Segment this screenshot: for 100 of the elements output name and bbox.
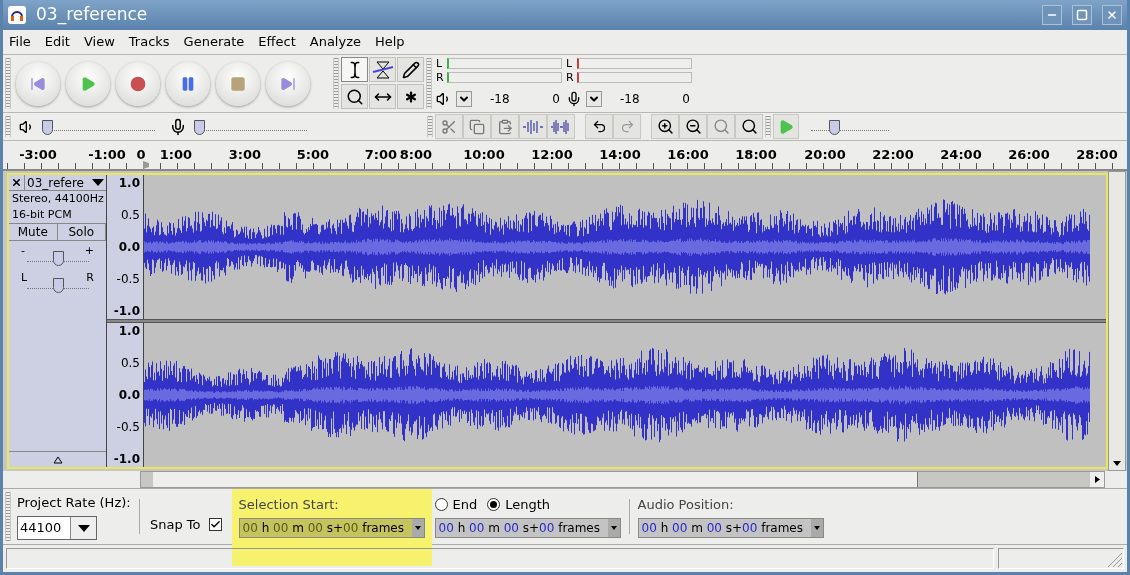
vertical-scrollbar[interactable] xyxy=(1108,171,1126,471)
selection-start-label: Selection Start: xyxy=(238,495,340,514)
zoom-in-icon xyxy=(656,118,674,135)
paste-icon xyxy=(497,118,513,135)
menu-item[interactable]: Effect xyxy=(258,32,296,52)
ruler-label: -3:00 xyxy=(19,146,57,164)
menu-item[interactable]: Generate xyxy=(183,32,245,52)
tool-button[interactable] xyxy=(369,84,396,109)
meter-menu-button[interactable] xyxy=(586,91,602,108)
amplitude-label: 0.0 xyxy=(118,388,140,402)
close-button[interactable] xyxy=(1102,5,1122,25)
ruler-label: 1:00 xyxy=(159,146,193,164)
caret-icon xyxy=(92,178,104,187)
close-icon xyxy=(11,177,22,188)
app-logo-icon xyxy=(8,6,26,24)
maximize-icon xyxy=(1076,9,1088,21)
undo-icon xyxy=(591,119,607,134)
tool-button[interactable] xyxy=(369,57,396,82)
project-rate-combobox[interactable]: 44100 xyxy=(17,515,97,540)
selection-end-field[interactable]: 00 h 00 m 00 s+00 frames xyxy=(434,518,621,539)
ruler-label: 20:00 xyxy=(804,146,846,164)
horizontal-scrollbar[interactable] xyxy=(140,471,1105,488)
close-icon xyxy=(1106,9,1118,21)
play-button[interactable] xyxy=(66,61,110,106)
menu-item[interactable]: File xyxy=(9,32,31,52)
selection-start-field[interactable]: 00 h 00 m 00 s+00 frames xyxy=(238,518,425,539)
copy-button[interactable] xyxy=(463,114,491,139)
amplitude-label: 1.0 xyxy=(118,176,140,190)
amplitude-label: -1.0 xyxy=(113,452,140,466)
ruler-label: 26:00 xyxy=(1008,146,1050,164)
microphone-icon xyxy=(169,117,187,136)
meter-scale-label: -18 xyxy=(620,91,640,109)
radio-option[interactable]: End xyxy=(434,494,478,515)
track-name-menu[interactable]: 03_refere xyxy=(25,176,106,189)
microphone-icon xyxy=(566,91,582,108)
stop-button[interactable] xyxy=(216,61,260,106)
play-icon xyxy=(778,118,794,135)
slider-thumb[interactable] xyxy=(53,251,64,266)
slider-thumb[interactable] xyxy=(53,278,64,293)
check-icon xyxy=(209,519,221,530)
amplitude-label: -0.5 xyxy=(116,272,140,286)
paste-button[interactable] xyxy=(491,114,519,139)
menu-item[interactable]: Tracks xyxy=(128,32,170,52)
menu-item[interactable]: Edit xyxy=(44,32,70,52)
channel-label: R xyxy=(436,72,445,84)
play-icon xyxy=(80,75,96,92)
collapse-button[interactable] xyxy=(9,451,106,467)
audio-position-field[interactable]: 00 h 00 m 00 s+00 frames xyxy=(637,518,824,539)
ruler-label: 16:00 xyxy=(667,146,709,164)
caret-icon xyxy=(411,519,424,538)
slider-end-label: - xyxy=(21,245,25,256)
meter-menu-button[interactable] xyxy=(456,91,472,108)
zoom-selection-button[interactable] xyxy=(735,114,763,139)
slider-thumb[interactable] xyxy=(829,119,841,135)
waveform-icon xyxy=(523,119,543,134)
caret-icon xyxy=(607,519,620,538)
slider-thumb[interactable] xyxy=(194,119,205,135)
amplitude-label: 1.0 xyxy=(118,324,140,338)
scissors-icon xyxy=(441,118,457,135)
ruler-label: 0 xyxy=(136,146,146,164)
skip-to-start-button[interactable] xyxy=(16,61,60,106)
cut-button[interactable] xyxy=(435,114,463,139)
snap-to-checkbox[interactable] xyxy=(208,518,222,531)
tool-button[interactable] xyxy=(397,84,424,109)
channel-label: L xyxy=(436,58,444,70)
slider-end-label: + xyxy=(84,245,94,256)
amplitude-label: 0.5 xyxy=(120,208,140,222)
pause-button[interactable] xyxy=(166,61,210,106)
tool-button[interactable] xyxy=(397,57,424,82)
caret-icon xyxy=(70,516,96,539)
pause-icon xyxy=(180,75,196,92)
silence-button[interactable] xyxy=(547,114,575,139)
pencil-icon xyxy=(401,60,420,79)
menu-item[interactable]: Analyze xyxy=(309,32,361,52)
menu-item[interactable]: Help xyxy=(375,32,405,52)
stop-icon xyxy=(230,75,246,92)
ruler-label: 7:00 xyxy=(364,146,398,164)
snap-to-label: Snap To xyxy=(150,515,201,534)
slider-end-label: R xyxy=(86,272,94,283)
undo-button[interactable] xyxy=(585,114,613,139)
track-info-text: 16-bit PCM xyxy=(11,207,73,223)
minimize-button[interactable] xyxy=(1042,5,1062,25)
slider-thumb[interactable] xyxy=(42,119,53,135)
channel-label: R xyxy=(566,72,575,84)
zoom-in-button[interactable] xyxy=(651,114,679,139)
trim-button[interactable] xyxy=(519,114,547,139)
menu-item[interactable]: View xyxy=(83,32,115,52)
magnifier-icon xyxy=(345,87,364,106)
ruler-label: 12:00 xyxy=(531,146,573,164)
tool-button[interactable] xyxy=(341,57,368,82)
skip-to-end-button[interactable] xyxy=(266,61,310,106)
copy-icon xyxy=(469,118,485,135)
ruler-label: 8:00 xyxy=(399,146,433,164)
zoom-out-button[interactable] xyxy=(679,114,707,139)
radio-option[interactable]: Length xyxy=(487,494,551,515)
record-button[interactable] xyxy=(116,61,160,106)
ruler-label: 14:00 xyxy=(599,146,641,164)
maximize-button[interactable] xyxy=(1072,5,1092,25)
scroll-thumb[interactable] xyxy=(153,472,918,487)
tool-button[interactable] xyxy=(341,84,368,109)
